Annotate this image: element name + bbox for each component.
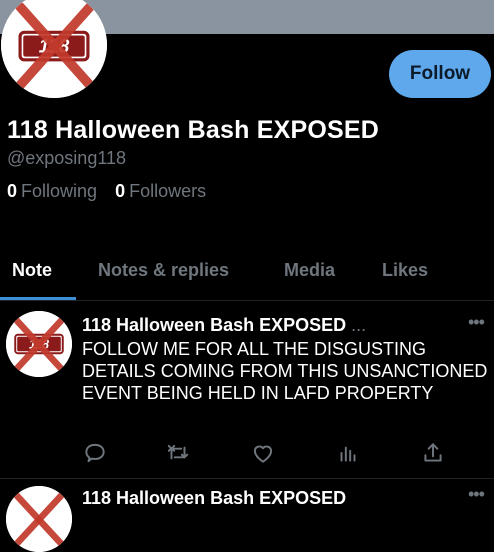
profile-display-name: 118 Halloween Bash EXPOSED [7, 116, 380, 144]
tweet-author-ellipsis: ... [351, 315, 367, 335]
following-label: Following [21, 181, 98, 201]
profile-avatar[interactable]: 118 [1, 0, 107, 98]
tab-media[interactable]: Media [284, 260, 335, 281]
crossed-118-logo-icon [6, 486, 72, 552]
profile-tabs: Note Notes & replies Media Likes [0, 250, 494, 300]
tab-likes[interactable]: Likes [382, 260, 428, 281]
profile-handle: @exposing118 [7, 148, 127, 168]
tab-note[interactable]: Note [12, 260, 52, 281]
retweet-icon[interactable] [165, 440, 191, 466]
next-more-options-icon[interactable]: ••• [468, 484, 485, 505]
following-link[interactable]: 0 Following [7, 181, 97, 201]
stats-icon[interactable] [335, 440, 361, 466]
tweet-author-label: 118 Halloween Bash EXPOSED [82, 315, 347, 335]
followers-link[interactable]: 0 Followers [115, 181, 206, 201]
followers-count: 0 [115, 181, 126, 201]
tweet-actions [0, 440, 494, 470]
next-tweet-avatar[interactable] [6, 486, 72, 552]
follow-button[interactable]: Follow [389, 50, 491, 98]
tweet-text: FOLLOW ME FOR ALL THE DISGUSTING DETAILS… [82, 339, 488, 403]
like-icon[interactable] [250, 440, 276, 466]
reply-icon[interactable] [82, 440, 108, 466]
share-icon[interactable] [420, 440, 446, 466]
tweet-divider [0, 478, 494, 479]
more-options-icon[interactable]: ••• [468, 312, 485, 333]
crossed-118-logo-icon: 118 [1, 0, 107, 98]
next-tweet-author-name[interactable]: 118 Halloween Bash EXPOSED [82, 488, 346, 509]
followers-label: Followers [129, 181, 207, 201]
tabs-divider [0, 300, 494, 301]
tweet-author-name[interactable]: 118 Halloween Bash EXPOSED ... [82, 315, 366, 336]
tweet-avatar[interactable]: 118 [6, 311, 72, 377]
profile-stats: 0 Following 0 Followers [7, 181, 206, 202]
crossed-118-logo-icon: 118 [6, 311, 72, 377]
tab-notes-and-replies[interactable]: Notes & replies [98, 260, 229, 281]
following-count: 0 [7, 181, 18, 201]
